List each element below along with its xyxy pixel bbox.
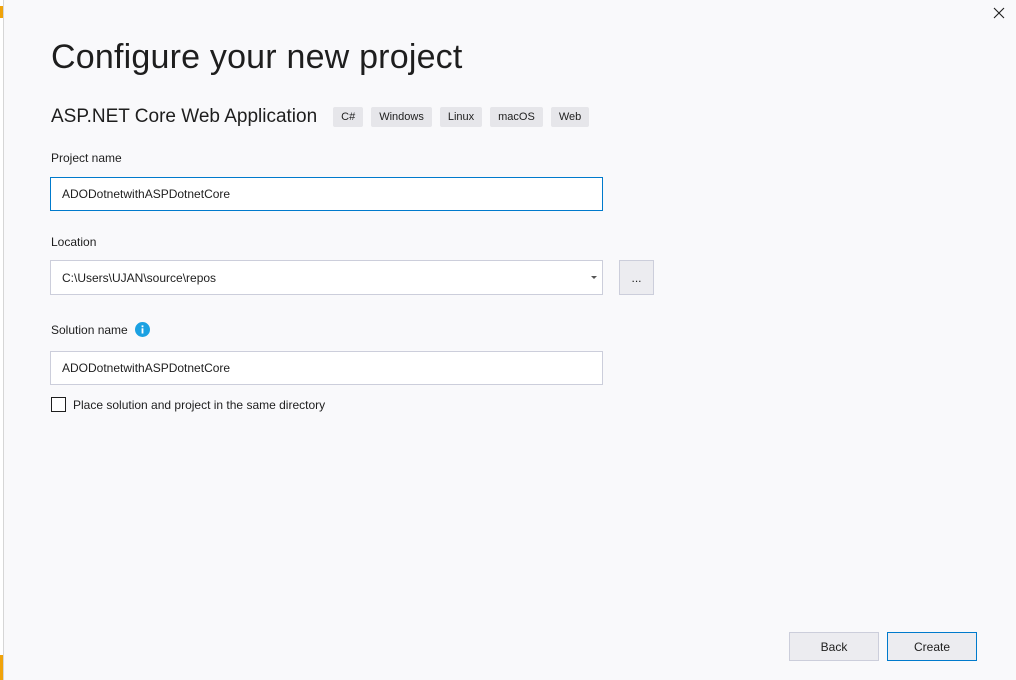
location-value: C:\Users\UJAN\source\repos bbox=[62, 270, 217, 285]
project-name-input[interactable] bbox=[50, 177, 603, 211]
solution-name-input[interactable] bbox=[50, 351, 603, 385]
info-icon[interactable] bbox=[134, 322, 150, 337]
location-label: Location bbox=[51, 235, 97, 249]
same-directory-option[interactable]: Place solution and project in the same d… bbox=[51, 397, 325, 412]
template-name: ASP.NET Core Web Application bbox=[51, 106, 318, 127]
left-window-edge bbox=[0, 0, 4, 680]
back-button[interactable]: Back bbox=[789, 632, 879, 661]
edge-accent-bottom bbox=[0, 655, 3, 680]
browse-location-button[interactable]: ... bbox=[619, 260, 654, 295]
edge-accent-top bbox=[0, 6, 3, 18]
tag-platform-macos: macOS bbox=[490, 107, 543, 127]
solution-name-label-row: Solution name bbox=[51, 322, 150, 337]
tag-language: C# bbox=[333, 107, 364, 127]
template-info-row: ASP.NET Core Web Application C# Windows … bbox=[51, 104, 597, 130]
tag-platform-windows: Windows bbox=[371, 107, 432, 127]
chevron-down-icon bbox=[587, 275, 601, 280]
location-dropdown[interactable]: C:\Users\UJAN\source\repos bbox=[50, 260, 603, 295]
same-directory-checkbox[interactable] bbox=[51, 397, 66, 412]
solution-name-label: Solution name bbox=[51, 322, 128, 337]
tag-platform-linux: Linux bbox=[439, 107, 483, 127]
close-button[interactable] bbox=[988, 2, 1010, 24]
create-button[interactable]: Create bbox=[887, 632, 977, 661]
project-name-label: Project name bbox=[51, 151, 122, 165]
same-directory-label: Place solution and project in the same d… bbox=[73, 397, 326, 412]
page-title: Configure your new project bbox=[51, 38, 463, 76]
configure-project-dialog: Configure your new project ASP.NET Core … bbox=[0, 0, 1016, 680]
close-icon bbox=[993, 7, 1005, 19]
tag-project-type-web: Web bbox=[550, 107, 590, 127]
